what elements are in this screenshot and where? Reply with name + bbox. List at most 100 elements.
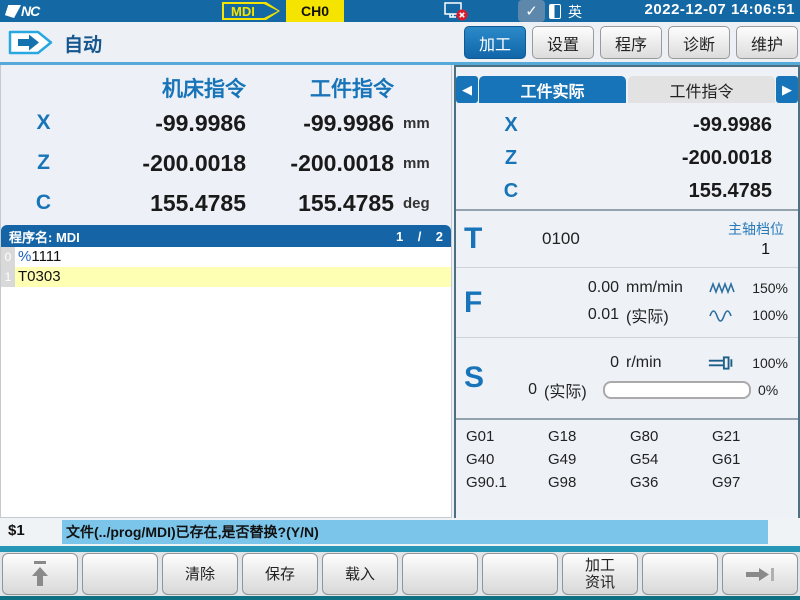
work-command-header: 工件指令 (246, 73, 394, 103)
axis-label: X (456, 114, 566, 137)
channel-badge: CH0 (286, 0, 344, 22)
axis-row-z: Z -200.0018 -200.0018 mm (1, 143, 451, 183)
machine-status-panel: ◀ 工件实际 工件指令 ▶ X -99.9986 Z -200.0018 C 1… (454, 65, 800, 520)
program-line-active[interactable]: 1 T0303 (1, 267, 451, 287)
mode-badge-label: MDI (224, 4, 278, 18)
hnc-logo: NC (6, 3, 66, 19)
axis-label: X (1, 111, 86, 135)
spindle-actual-value: 0 (489, 381, 537, 399)
hnc-logo-icon (4, 5, 21, 18)
machine-value: -200.0018 (86, 150, 246, 177)
work-actual-values: X -99.9986 Z -200.0018 C 155.4785 (456, 105, 798, 209)
softkey-save[interactable]: 保存 (242, 553, 318, 595)
ok-status-icon: ✓ (518, 0, 545, 22)
position-program-panel: 机床指令 工件指令 X -99.9986 -99.9986 mm Z -200.… (0, 65, 452, 518)
softkey-machining-info[interactable]: 加工 资讯 (562, 553, 638, 595)
gcode: G97 (712, 474, 794, 494)
code-prefix: % (18, 248, 31, 265)
axis-label: C (456, 180, 566, 203)
tool-number: 0100 (542, 229, 580, 249)
page-up-icon (29, 559, 51, 589)
axis-row-c: C 155.4785 155.4785 deg (1, 183, 451, 223)
spindle-override-pct: 100% (744, 355, 788, 371)
unit-label: mm (394, 115, 444, 132)
feed-letter: F (456, 286, 498, 320)
tab-work-command[interactable]: 工件指令 (628, 76, 775, 103)
manual-icon (549, 4, 561, 19)
axis-value: -200.0018 (566, 147, 798, 170)
feed-section: F 0.00 mm/min 150% 0.01 (实际) 100% (456, 268, 798, 337)
unit-label: mm (394, 155, 444, 172)
auto-mode-icon (8, 29, 54, 61)
feed-unit: mm/min (626, 279, 700, 297)
mode-badge: MDI (222, 2, 280, 20)
prev-view-button[interactable]: ◀ (456, 76, 478, 103)
axis-row-c: C 155.4785 (456, 175, 798, 208)
gcode: G49 (548, 451, 630, 471)
next-view-button[interactable]: ▶ (776, 76, 798, 103)
feed-override-pct: 100% (744, 307, 788, 323)
spindle-unit: r/min (626, 354, 700, 372)
tab-diagnosis[interactable]: 诊断 (668, 26, 730, 59)
tab-settings[interactable]: 设置 (532, 26, 594, 59)
main-tabs: 加工 设置 程序 诊断 维护 (464, 26, 798, 59)
tab-work-actual[interactable]: 工件实际 (479, 76, 626, 103)
rapid-override-pct: 150% (744, 280, 788, 296)
line-number: 0 (1, 247, 15, 267)
axis-label: Z (456, 147, 566, 170)
channel-indicator: $1 (8, 522, 25, 539)
gcode: G98 (548, 474, 630, 494)
softkey-load[interactable]: 载入 (322, 553, 398, 595)
spindle-load-pct: 0% (758, 382, 788, 398)
tab-maintenance[interactable]: 维护 (736, 26, 798, 59)
tab-machining[interactable]: 加工 (464, 26, 526, 59)
language-toggle[interactable]: 英 (568, 2, 582, 22)
softkey-empty-3[interactable] (482, 553, 558, 595)
unit-label: deg (394, 195, 444, 212)
hnc-logo-text: NC (21, 3, 39, 19)
feed-command-value: 0.00 (571, 279, 619, 297)
axis-row-z: Z -200.0018 (456, 142, 798, 175)
topbar: NC MDI CH0 ✓ 英 2022-12-07 14:06:51 (0, 0, 800, 22)
spindle-override-icon (707, 354, 737, 372)
network-error-icon (444, 2, 470, 21)
bottom-border (0, 596, 800, 600)
softkey-empty-2[interactable] (402, 553, 478, 595)
program-line[interactable]: 0 %1111 (1, 247, 451, 267)
position-header-row: 机床指令 工件指令 (1, 73, 451, 103)
tool-letter: T (456, 222, 498, 256)
spindle-actual-label: (实际) (544, 378, 596, 402)
machine-value: -99.9986 (86, 110, 246, 137)
gcode: G18 (548, 428, 630, 448)
softkey-page-up[interactable] (2, 553, 78, 595)
gcode: G21 (712, 428, 794, 448)
feed-override-icon (707, 308, 737, 322)
axis-row-x: X -99.9986 -99.9986 mm (1, 103, 451, 143)
datetime: 2022-12-07 14:06:51 (645, 1, 795, 18)
spindle-command-row: 0 r/min 100% (489, 354, 798, 372)
tab-program[interactable]: 程序 (600, 26, 662, 59)
softkey-next-menu[interactable] (722, 553, 798, 595)
line-number: 1 (1, 267, 15, 287)
softkey-bar: 清除 保存 载入 加工 资讯 (0, 552, 800, 596)
message-bar: $1 文件(../prog/MDI)已存在,是否替换?(Y/N) (0, 518, 800, 546)
prompt-message: 文件(../prog/MDI)已存在,是否替换?(Y/N) (62, 520, 768, 544)
gcode: G54 (630, 451, 712, 471)
spindle-actual-row: 0 (实际) 0% (489, 378, 798, 402)
axis-value: -99.9986 (566, 114, 798, 137)
program-editor[interactable]: 0 %1111 1 T0303 (1, 247, 451, 517)
work-value: -200.0018 (246, 150, 394, 177)
feed-actual-row: 0.01 (实际) 100% (498, 303, 798, 327)
work-value: 155.4785 (246, 190, 394, 217)
machine-command-header: 机床指令 (86, 73, 246, 103)
axis-value: 155.4785 (566, 180, 798, 203)
spindle-command-value: 0 (571, 354, 619, 372)
softkey-empty-1[interactable] (82, 553, 158, 595)
axis-row-x: X -99.9986 (456, 109, 798, 142)
softkey-empty-4[interactable] (642, 553, 718, 595)
next-menu-icon (743, 564, 777, 584)
spindle-load-bar (603, 381, 751, 399)
axis-label: Z (1, 151, 86, 175)
position-display: 机床指令 工件指令 X -99.9986 -99.9986 mm Z -200.… (1, 65, 451, 225)
softkey-clear[interactable]: 清除 (162, 553, 238, 595)
